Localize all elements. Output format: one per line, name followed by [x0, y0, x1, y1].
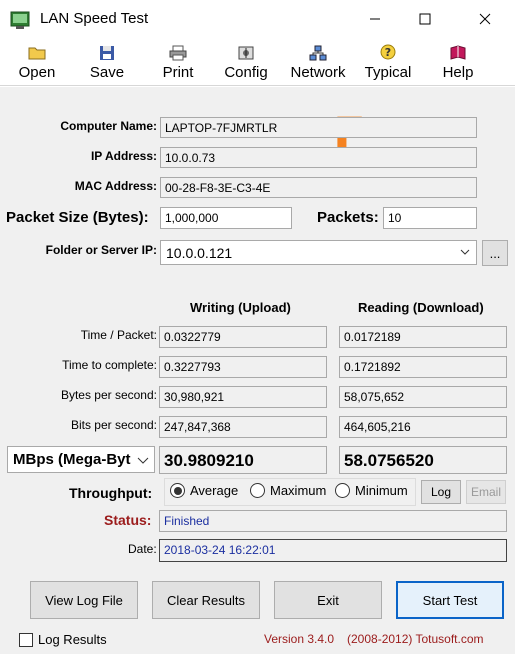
folder-server-label: Folder or Server IP:: [45, 243, 157, 257]
log-results-box: [19, 632, 33, 647]
email-button[interactable]: Email: [466, 480, 506, 504]
toolbar-config-label: Config: [224, 64, 268, 81]
bytes-per-second-read: 58,075,652: [339, 386, 507, 408]
toolbar-help-label: Help: [442, 64, 474, 81]
status-label: Status:: [104, 512, 152, 528]
radio-average-label: Average: [190, 483, 239, 498]
bytes-per-second-write: 30,980,921: [159, 386, 327, 408]
folder-server-select[interactable]: 10.0.0.121: [160, 240, 477, 265]
toolbar-save-label: Save: [89, 64, 125, 81]
packets-input[interactable]: 10: [383, 207, 477, 229]
toolbar: Open Save Print Config Network ? Typical: [0, 40, 515, 86]
mbps-read-field: 58.0756520: [339, 446, 507, 474]
toolbar-print-label: Print: [162, 64, 194, 81]
clear-results-button[interactable]: Clear Results: [152, 581, 260, 619]
unit-select[interactable]: MBps (Mega-Byt: [7, 446, 155, 473]
radio-maximum[interactable]: Maximum: [250, 483, 326, 498]
log-button[interactable]: Log: [421, 480, 461, 504]
date-field: 2018-03-24 16:22:01: [159, 539, 507, 562]
ip-address-label: IP Address:: [90, 149, 157, 163]
browse-button[interactable]: ...: [482, 240, 508, 266]
toolbar-open-button[interactable]: Open: [16, 44, 58, 84]
radio-minimum[interactable]: Minimum: [335, 483, 408, 498]
app-icon: [10, 11, 30, 29]
radio-average-dot: [170, 483, 185, 498]
window-title: LAN Speed Test: [40, 10, 149, 27]
mac-address-field: 00-28-F8-3E-C3-4E: [160, 177, 477, 198]
date-label: Date:: [128, 542, 157, 556]
time-per-packet-write: 0.0322779: [159, 326, 327, 348]
minimize-icon: [370, 18, 380, 20]
computer-name-field: LAPTOP-7FJMRTLR: [160, 117, 477, 138]
help-book-icon: [449, 44, 467, 62]
bytes-per-second-label: Bytes per second:: [60, 388, 157, 402]
radio-minimum-label: Minimum: [355, 483, 408, 498]
toolbar-open-label: Open: [18, 64, 56, 81]
bits-per-second-write: 247,847,368: [159, 416, 327, 438]
time-to-complete-write: 0.3227793: [159, 356, 327, 378]
config-icon: [237, 44, 255, 62]
toolbar-network-button[interactable]: Network: [284, 44, 352, 84]
radio-maximum-dot: [250, 483, 265, 498]
ip-address-field: 10.0.0.73: [160, 147, 477, 168]
time-per-packet-read: 0.0172189: [339, 326, 507, 348]
packet-size-label: Packet Size (Bytes):: [6, 209, 149, 226]
save-disk-icon: [98, 44, 116, 62]
maximize-icon: [419, 13, 431, 25]
bits-per-second-read: 464,605,216: [339, 416, 507, 438]
open-folder-icon: [28, 44, 46, 62]
log-results-label: Log Results: [38, 632, 107, 647]
time-per-packet-label: Time / Packet:: [80, 328, 157, 342]
chevron-down-icon: [460, 249, 470, 255]
close-button[interactable]: [470, 6, 500, 32]
packet-size-input[interactable]: 1,000,000: [160, 207, 292, 229]
toolbar-help-button[interactable]: Help: [436, 44, 480, 84]
status-field: Finished: [159, 510, 507, 532]
maximize-button[interactable]: [410, 6, 440, 32]
toolbar-save-button[interactable]: Save: [86, 44, 128, 84]
copyright-text: (2008-2012) Totusoft.com: [347, 632, 484, 646]
folder-server-value: 10.0.0.121: [166, 245, 233, 261]
radio-minimum-dot: [335, 483, 350, 498]
time-to-complete-label: Time to complete:: [62, 358, 157, 372]
chevron-down-icon: [137, 457, 149, 465]
toolbar-print-button[interactable]: Print: [156, 44, 200, 84]
svg-text:?: ?: [385, 46, 391, 59]
version-text: Version 3.4.0: [264, 632, 335, 646]
packets-label: Packets:: [317, 209, 379, 226]
minimize-button[interactable]: [360, 6, 390, 32]
network-icon: [309, 44, 327, 62]
writing-header: Writing (Upload): [190, 300, 291, 315]
unit-select-value: MBps (Mega-Byt: [13, 451, 131, 468]
radio-average[interactable]: Average: [170, 483, 238, 498]
log-results-checkbox[interactable]: Log Results: [19, 632, 107, 647]
radio-maximum-label: Maximum: [270, 483, 327, 498]
time-to-complete-read: 0.1721892: [339, 356, 507, 378]
view-log-file-button[interactable]: View Log File: [30, 581, 138, 619]
toolbar-config-button[interactable]: Config: [220, 44, 272, 84]
throughput-label: Throughput:: [69, 485, 153, 501]
bits-per-second-label: Bits per second:: [70, 418, 157, 432]
exit-button[interactable]: Exit: [274, 581, 382, 619]
computer-name-label: Computer Name:: [60, 119, 157, 133]
mac-address-label: MAC Address:: [74, 179, 157, 193]
toolbar-typical-label: Typical: [364, 64, 412, 81]
toolbar-network-label: Network: [290, 64, 346, 81]
printer-icon: [169, 44, 187, 62]
help-question-icon: ?: [379, 44, 397, 62]
title-bar: LAN Speed Test: [0, 0, 515, 40]
start-test-button[interactable]: Start Test: [396, 581, 504, 619]
mbps-write-field: 30.9809210: [159, 446, 327, 474]
toolbar-typical-button[interactable]: ? Typical: [360, 44, 416, 84]
close-icon: [479, 13, 491, 25]
reading-header: Reading (Download): [358, 300, 484, 315]
